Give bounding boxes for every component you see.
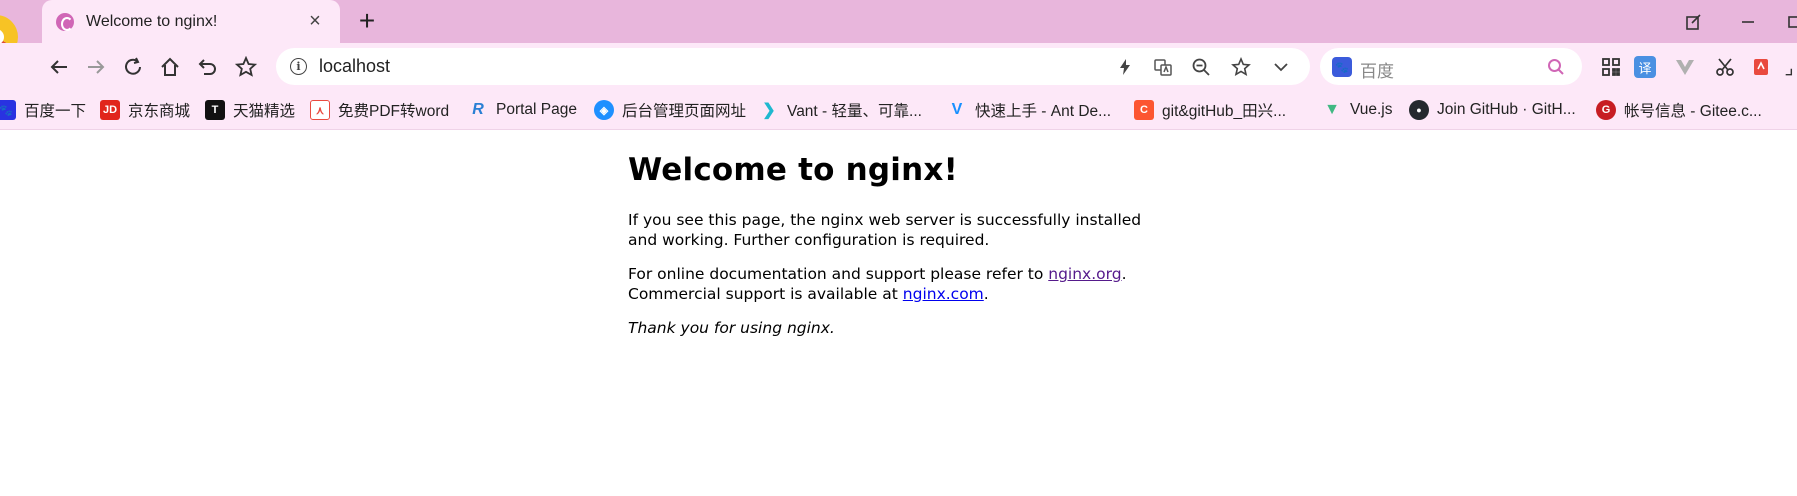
bookmark-item[interactable]: 🐾 百度一下 (0, 99, 86, 121)
bookmark-item[interactable]: ▼ Vue.js (1322, 99, 1392, 121)
tab-title: Welcome to nginx! (86, 12, 218, 30)
nginx-com-link[interactable]: nginx.com (903, 285, 984, 303)
page-title: Welcome to nginx! (628, 152, 958, 188)
tab-active[interactable]: Welcome to nginx! × (42, 0, 340, 43)
docs-text: For online documentation and support ple… (628, 265, 1049, 283)
url-text[interactable]: localhost (319, 56, 390, 77)
chevron-down-icon[interactable] (1269, 55, 1293, 79)
home-icon[interactable] (155, 52, 185, 82)
page-content: Welcome to nginx! If you see this page, … (628, 152, 1148, 354)
github-icon: ● (1409, 100, 1429, 120)
search-icon[interactable] (1546, 57, 1566, 77)
translate-extension-icon[interactable]: 译 (1634, 56, 1656, 78)
nginx-org-link[interactable]: nginx.org (1048, 265, 1121, 283)
admin-icon: ◈ (594, 100, 614, 120)
bookmark-item[interactable]: JD 京东商城 (100, 99, 190, 121)
docs-paragraph: For online documentation and support ple… (628, 265, 1148, 304)
zoom-out-icon[interactable] (1189, 55, 1213, 79)
pdf-icon: ⋏ (310, 100, 330, 120)
commercial-text: Commercial support is available at (628, 284, 903, 303)
new-tab-button[interactable]: + (352, 5, 382, 36)
globe-icon (56, 12, 74, 31)
back-icon[interactable] (44, 52, 74, 82)
jd-icon: JD (100, 100, 120, 120)
vue-icon: ▼ (1324, 101, 1340, 118)
favorite-star-icon[interactable] (1229, 55, 1253, 79)
undo-icon[interactable] (193, 52, 223, 82)
address-bar[interactable]: i localhost (276, 48, 1310, 85)
lightning-icon[interactable] (1113, 55, 1137, 79)
translate-icon[interactable] (1151, 55, 1175, 79)
bookmark-item[interactable]: T 天猫精选 (205, 99, 295, 121)
bookmark-item[interactable]: C git&gitHub_田兴... (1134, 99, 1286, 121)
maximize-icon[interactable] (1780, 8, 1797, 36)
vant-icon: ❯ (762, 102, 776, 119)
bookmark-item[interactable]: V 快速上手 - Ant De... (947, 99, 1111, 121)
search-box[interactable]: 🐾 百度 (1320, 48, 1582, 85)
bookmark-item[interactable]: R Portal Page (468, 99, 577, 121)
search-placeholder[interactable]: 百度 (1360, 57, 1394, 82)
more-icon[interactable]: ⌟ (1776, 54, 1797, 80)
intro-paragraph: If you see this page, the nginx web serv… (628, 211, 1142, 249)
ant-design-icon: V (951, 101, 963, 118)
vue-devtools-icon[interactable] (1672, 54, 1698, 80)
portal-icon: R (472, 101, 484, 118)
bookmark-item[interactable]: G 帐号信息 - Gitee.c... (1596, 99, 1762, 121)
forward-icon[interactable] (81, 52, 111, 82)
bookmark-item[interactable]: ● Join GitHub · GitH... (1409, 99, 1576, 121)
baidu-icon: 🐾 (0, 100, 16, 120)
bookmark-item[interactable]: ◈ 后台管理页面网址 (594, 99, 746, 121)
toolbar: i localhost 🐾 百度 译 ⌟ (0, 43, 1797, 90)
commercial-period: . (983, 284, 989, 303)
bookmark-item[interactable]: ❯ Vant - 轻量、可靠... (759, 99, 922, 121)
scissors-icon[interactable] (1712, 54, 1738, 80)
tab-strip: Welcome to nginx! × + (0, 0, 1797, 59)
thanks-paragraph: Thank you for using nginx. (628, 319, 1148, 339)
bookmark-item[interactable]: ⋏ 免费PDF转word (310, 99, 449, 121)
csdn-icon: C (1134, 100, 1154, 120)
gitee-icon: G (1596, 100, 1616, 120)
baidu-search-icon[interactable]: 🐾 (1332, 57, 1352, 77)
tmall-icon: T (205, 100, 225, 120)
pdf-extension-icon[interactable] (1748, 54, 1774, 80)
minimize-icon[interactable] (1734, 8, 1762, 36)
docs-period: . (1121, 265, 1127, 283)
reload-icon[interactable] (118, 52, 148, 82)
qr-code-icon[interactable] (1598, 54, 1624, 80)
note-icon[interactable] (1680, 8, 1708, 36)
bookmarks-bar: 🐾 百度一下 JD 京东商城 T 天猫精选 ⋏ 免费PDF转word R Por… (0, 90, 1797, 130)
bookmark-star-icon[interactable] (231, 52, 261, 82)
close-icon[interactable]: × (304, 10, 326, 33)
info-icon[interactable]: i (290, 58, 307, 75)
thanks-text: Thank you for using nginx. (628, 319, 835, 337)
